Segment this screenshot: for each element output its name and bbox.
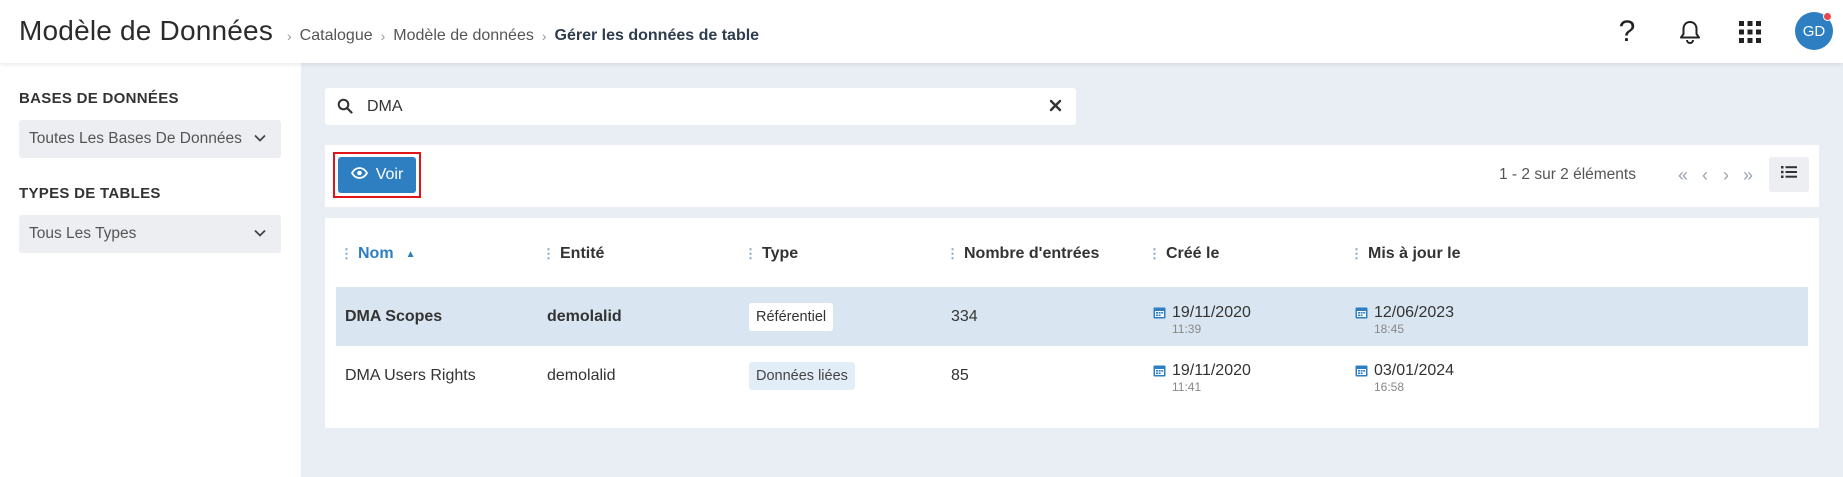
table-types-select-value: Tous Les Types — [29, 225, 137, 242]
date-value: 19/11/2020 — [1172, 304, 1251, 321]
top-header: Modèle de Données › Catalogue › Modèle d… — [0, 0, 1843, 63]
sidebar: BASES DE DONNÉES Toutes Les Bases De Don… — [0, 63, 301, 477]
cell-nom: DMA Users Rights — [345, 367, 476, 384]
drag-handle-icon[interactable]: ⋮ — [946, 247, 959, 260]
voir-label: Voir — [375, 166, 404, 183]
date-value: 03/01/2024 — [1374, 362, 1455, 379]
app-title: Modèle de Données — [19, 15, 274, 46]
drag-handle-icon[interactable]: ⋮ — [1148, 247, 1161, 260]
list-icon — [1781, 165, 1797, 184]
search-icon — [337, 98, 353, 119]
close-icon[interactable] — [1049, 99, 1062, 117]
main-content: Voir 1 - 2 sur 2 éléments « ‹ › » ⋮ Nom … — [301, 63, 1843, 477]
previous-page-icon[interactable]: ‹ — [1695, 163, 1715, 187]
breadcrumb-separator-icon: › — [287, 28, 292, 44]
toolbar: Voir 1 - 2 sur 2 éléments « ‹ › » — [325, 145, 1819, 207]
drag-handle-icon[interactable]: ⋮ — [744, 247, 757, 260]
cell-entrees: 85 — [951, 367, 969, 384]
breadcrumb: › Catalogue › Modèle de données › Gérer … — [287, 27, 759, 45]
data-table: ⋮ Nom ▲ ⋮ Entité ⋮ Type ⋮ Nombre d'entré… — [325, 218, 1819, 428]
drag-handle-icon[interactable]: ⋮ — [1350, 247, 1363, 260]
search-input[interactable] — [367, 88, 1017, 125]
cell-entrees: 334 — [951, 308, 978, 325]
type-badge: Données liées — [749, 362, 855, 390]
breadcrumb-separator-icon: › — [380, 28, 386, 44]
chevron-down-icon — [253, 131, 267, 150]
date-value: 19/11/2020 — [1172, 362, 1251, 379]
column-header-entrees[interactable]: ⋮ Nombre d'entrées — [946, 245, 1099, 263]
calendar-icon — [1153, 364, 1166, 382]
breadcrumb-separator-icon: › — [541, 28, 547, 44]
calendar-icon — [1355, 306, 1368, 324]
databases-select-value: Toutes Les Bases De Données — [29, 130, 242, 147]
breadcrumb-catalogue[interactable]: Catalogue — [300, 27, 373, 45]
calendar-icon — [1355, 364, 1368, 382]
list-view-button[interactable] — [1769, 157, 1809, 192]
calendar-icon — [1153, 306, 1166, 324]
notification-dot — [1823, 12, 1832, 21]
breadcrumb-current: Gérer les données de table — [554, 27, 760, 44]
drag-handle-icon[interactable]: ⋮ — [542, 247, 555, 260]
pagination-info: 1 - 2 sur 2 éléments — [1499, 166, 1636, 183]
next-page-icon[interactable]: › — [1716, 163, 1736, 187]
cell-entite: demolalid — [547, 367, 616, 384]
search-box — [325, 88, 1076, 125]
type-badge: Référentiel — [749, 303, 834, 331]
breadcrumb-modele[interactable]: Modèle de données — [393, 27, 534, 45]
column-header-cree[interactable]: ⋮ Créé le — [1148, 245, 1219, 263]
column-header-entite[interactable]: ⋮ Entité — [542, 245, 604, 263]
time-value: 18:45 — [1374, 322, 1405, 336]
cell-nom: DMA Scopes — [345, 308, 443, 325]
bell-icon[interactable] — [1672, 14, 1708, 50]
table-row[interactable]: DMA Scopes demolalid Référentiel 334 19/… — [336, 287, 1808, 346]
time-value: 11:39 — [1172, 322, 1202, 336]
column-header-maj[interactable]: ⋮ Mis à jour le — [1350, 245, 1460, 263]
eye-icon — [350, 166, 368, 184]
date-value: 12/06/2023 — [1374, 304, 1455, 321]
time-value: 16:58 — [1374, 380, 1405, 394]
last-page-icon[interactable]: » — [1738, 163, 1758, 187]
first-page-icon[interactable]: « — [1673, 163, 1693, 187]
sort-ascending-icon: ▲ — [405, 248, 416, 260]
drag-handle-icon[interactable]: ⋮ — [340, 247, 353, 260]
time-value: 11:41 — [1172, 380, 1202, 394]
chevron-down-icon — [253, 226, 267, 245]
voir-button[interactable]: Voir — [338, 157, 416, 193]
table-row[interactable]: DMA Users Rights demolalid Données liées… — [336, 346, 1808, 405]
help-icon[interactable]: ? — [1609, 14, 1645, 50]
table-types-heading: TYPES DE TABLES — [19, 185, 161, 202]
databases-select[interactable]: Toutes Les Bases De Données — [19, 120, 281, 158]
table-types-select[interactable]: Tous Les Types — [19, 215, 281, 253]
column-header-nom[interactable]: ⋮ Nom ▲ — [340, 245, 415, 263]
apps-grid-icon[interactable] — [1732, 14, 1768, 50]
cell-entite: demolalid — [547, 308, 622, 325]
column-header-type[interactable]: ⋮ Type — [744, 245, 798, 263]
databases-heading: BASES DE DONNÉES — [19, 90, 179, 107]
